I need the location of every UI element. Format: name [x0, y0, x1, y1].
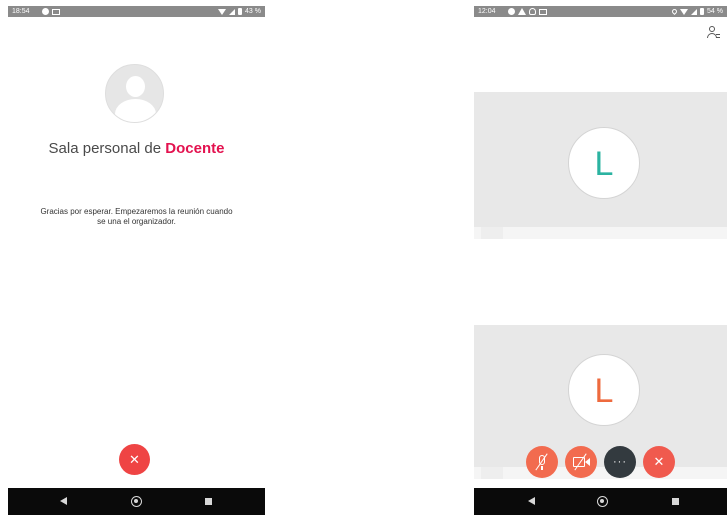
signal-icon [229, 8, 236, 15]
recent-apps-icon[interactable] [205, 498, 212, 505]
video-toggle-button[interactable] [565, 446, 597, 478]
participant-initial: L [594, 145, 614, 183]
status-bar: 18:54 43 % [8, 6, 265, 17]
close-icon: ✕ [653, 454, 665, 469]
android-nav-bar [474, 488, 727, 515]
close-icon: ✕ [129, 452, 140, 467]
wifi-icon [680, 9, 689, 15]
participant-avatar: L [568, 354, 640, 426]
status-system-icons: 54 % [670, 6, 723, 17]
status-time: 18:54 [12, 8, 30, 15]
participants-icon[interactable] [707, 26, 720, 40]
status-time: 12:04 [478, 8, 496, 15]
participant-avatar: L [568, 127, 640, 199]
screen-notification-icon [52, 9, 60, 15]
participant-initial: L [594, 372, 614, 410]
status-system-icons: 43 % [218, 6, 261, 17]
battery-level: 43 % [245, 8, 261, 15]
end-call-button[interactable]: ✕ [643, 446, 675, 478]
back-icon[interactable] [60, 497, 67, 505]
more-icon: ··· [613, 456, 627, 468]
battery-level: 54 % [707, 8, 723, 15]
room-title: Sala personal de Docente [8, 140, 265, 157]
battery-icon [700, 8, 705, 15]
mute-button[interactable] [526, 446, 558, 478]
screen-notification-icon [539, 9, 547, 15]
signal-icon [691, 8, 698, 15]
more-options-button[interactable]: ··· [604, 446, 636, 478]
home-icon[interactable] [597, 496, 608, 507]
battery-icon [238, 8, 243, 15]
recent-apps-icon[interactable] [672, 498, 679, 505]
app-notification-icon [42, 8, 49, 15]
waiting-room-screen: 18:54 43 % Sala personal de Docente Grac… [8, 6, 265, 515]
meeting-screen: 12:04 54 % L L ··· ✕ [474, 6, 727, 515]
leave-meeting-button[interactable]: ✕ [119, 444, 150, 475]
android-nav-bar [8, 488, 265, 515]
room-host-name: Docente [165, 140, 225, 157]
drive-notification-icon [518, 8, 526, 15]
room-title-prefix: Sala personal de [48, 140, 166, 157]
status-notification-icons [508, 8, 547, 15]
status-bar: 12:04 54 % [474, 6, 727, 17]
waiting-message: Gracias por esperar. Empezaremos la reun… [40, 207, 233, 226]
wifi-icon [218, 9, 227, 15]
back-icon[interactable] [528, 497, 535, 505]
avatar-placeholder-icon [126, 76, 145, 97]
location-icon [670, 7, 679, 16]
app-notification-icon [508, 8, 515, 15]
host-avatar [105, 64, 164, 123]
tile-footer [474, 227, 727, 239]
user-notification-icon [529, 8, 536, 15]
home-icon[interactable] [131, 496, 142, 507]
meeting-controls: ··· ✕ [526, 446, 675, 478]
participant-video-tile: L [474, 92, 727, 239]
status-notification-icons [42, 8, 60, 15]
